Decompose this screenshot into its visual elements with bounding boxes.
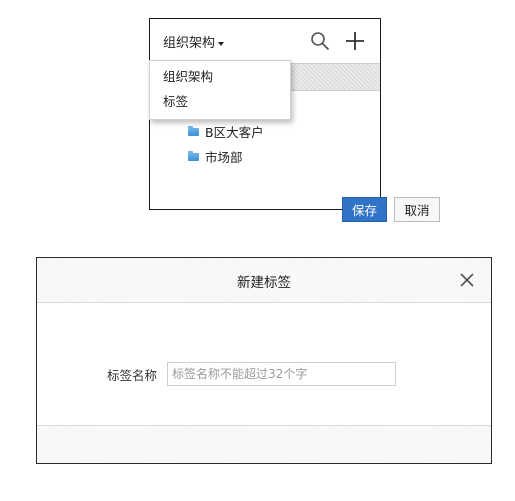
dialog-header: 新建标签 — [37, 258, 491, 303]
close-icon[interactable] — [460, 273, 474, 287]
org-selector-label: 组织架构 — [163, 36, 216, 51]
tree-item-label: B区大客户 — [205, 125, 264, 140]
tag-name-row: 标签名称 — [107, 362, 396, 386]
org-panel-header: 组织架构 — [150, 19, 380, 62]
tag-name-input[interactable] — [167, 362, 396, 386]
org-selector[interactable]: 组织架构 — [163, 32, 225, 51]
tree-item[interactable]: 市场部 — [188, 144, 264, 169]
dialog-title: 新建标签 — [237, 275, 291, 291]
dialog-footer — [37, 425, 491, 463]
tag-name-label: 标签名称 — [107, 367, 158, 383]
save-button[interactable]: 保存 — [342, 197, 387, 222]
folder-icon — [188, 125, 199, 136]
org-tree: B区大客户 市场部 — [188, 119, 264, 169]
menu-item-org[interactable]: 组织架构 — [150, 64, 290, 89]
tree-item-label: 市场部 — [205, 150, 243, 165]
search-icon[interactable] — [310, 31, 330, 51]
cancel-button[interactable]: 取消 — [394, 197, 440, 222]
new-tag-dialog: 新建标签 标签名称 — [36, 257, 492, 464]
chevron-down-icon — [218, 41, 225, 46]
plus-icon[interactable] — [344, 30, 366, 52]
menu-item-tag[interactable]: 标签 — [150, 89, 290, 114]
folder-icon — [188, 150, 199, 161]
tree-item[interactable]: B区大客户 — [188, 119, 264, 144]
org-dropdown-menu: 组织架构 标签 — [149, 60, 291, 120]
